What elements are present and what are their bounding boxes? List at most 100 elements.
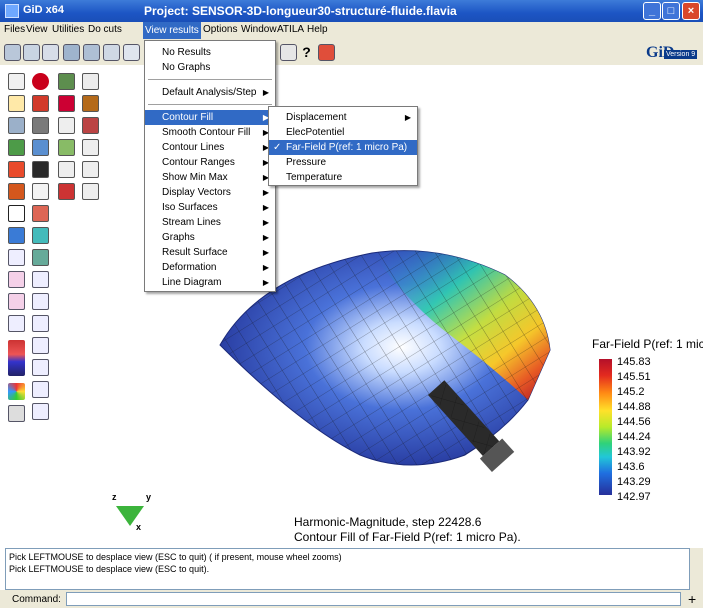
frame-icon[interactable] [8,205,25,222]
menu-item-display-vectors[interactable]: Display Vectors ▶ [145,185,275,200]
submenu-item-displacement[interactable]: Displacement ▶ [269,110,417,125]
menu-atila[interactable]: ATILA [275,24,306,35]
flag-icon[interactable] [8,227,25,244]
axes-xy-icon[interactable] [32,183,49,200]
menu-item-show-min-max[interactable]: Show Min Max ▶ [145,170,275,185]
edit-icon[interactable] [32,95,49,112]
menu-item-label: Default Analysis/Step [162,87,257,98]
legend-tick: 144.24 [617,431,651,443]
menu-item-stream-lines[interactable]: Stream Lines ▶ [145,215,275,230]
menu-view[interactable]: View [24,24,50,35]
graph-save-icon[interactable] [32,403,49,420]
render-icon[interactable] [123,44,140,61]
people-icon[interactable] [8,117,25,134]
submenu-item-temperature[interactable]: Temperature [269,170,417,185]
menu-view-results[interactable]: View results [143,22,201,39]
contour-legend-icon[interactable] [8,340,25,376]
menu-item-contour-fill[interactable]: Contour Fill ▶ [145,110,275,125]
graph-line-icon[interactable] [32,293,49,310]
menu-window[interactable]: Window [239,24,279,35]
section-icon[interactable] [58,139,75,156]
layer-icon[interactable] [58,73,75,90]
gid-app-icon [5,4,19,18]
menu-options[interactable]: Options [201,24,239,35]
menu-item-label: Deformation [162,262,217,273]
table-icon[interactable] [58,117,75,134]
legend-colorbar [599,359,612,495]
menu-item-iso-surfaces[interactable]: Iso Surfaces ▶ [145,200,275,215]
menu-help[interactable]: Help [305,24,330,35]
menu-item-graphs[interactable]: Graphs ▶ [145,230,275,245]
line-icon[interactable] [58,161,75,178]
wrench-icon[interactable] [32,117,49,134]
submenu-arrow-icon: ▶ [262,218,269,227]
group-icon[interactable] [58,95,75,112]
zoom-tool-icon[interactable] [8,73,25,90]
pan-icon[interactable] [83,44,100,61]
point-icon[interactable] [32,73,49,90]
graph-area-icon[interactable] [32,337,49,354]
menu-item-result-surface[interactable]: Result Surface ▶ [145,245,275,260]
menu-item-no-graphs[interactable]: No Graphs [145,60,275,75]
volume-icon[interactable] [82,95,99,112]
mesh-tool-icon[interactable] [8,183,25,200]
menu-do-cuts[interactable]: Do cuts [86,24,124,35]
stream-icon[interactable] [32,249,49,266]
menu-item-label: ElecPotentiel [286,127,345,138]
menu-utilities[interactable]: Utilities [50,24,86,35]
recycle-icon[interactable] [8,139,25,156]
submenu-item-pressure[interactable]: Pressure [269,155,417,170]
surface-icon[interactable] [32,161,49,178]
command-input[interactable] [66,592,681,606]
menu-item-default-analysis-step[interactable]: Default Analysis/Step ▶ [145,85,275,100]
menu-item-contour-ranges[interactable]: Contour Ranges ▶ [145,155,275,170]
globe-icon[interactable] [32,139,49,156]
minimize-button[interactable]: _ [643,2,661,20]
delete-icon[interactable] [58,183,75,200]
menu-item-deformation[interactable]: Deformation ▶ [145,260,275,275]
submenu-item-far-field[interactable]: ✓ Far-Field P(ref: 1 micro Pa) [269,140,417,155]
graph-export-icon[interactable] [32,381,49,398]
menu-item-line-diagram[interactable]: Line Diagram ▶ [145,275,275,290]
redraw-icon[interactable] [103,44,120,61]
angle-icon[interactable] [82,161,99,178]
magnifier-icon[interactable] [8,95,25,112]
plus-icon[interactable]: + [688,591,696,607]
menu-item-smooth-contour-fill[interactable]: Smooth Contour Fill ▶ [145,125,275,140]
list-icon[interactable] [82,73,99,90]
curve-icon[interactable] [82,117,99,134]
legend-tick: 144.56 [617,416,651,428]
exit-postprocess-icon[interactable] [318,44,335,61]
triangle-pink-icon[interactable] [8,271,25,288]
settings-icon[interactable] [8,405,25,422]
graph-icon[interactable] [32,271,49,288]
zoom-out-icon[interactable] [23,44,40,61]
legend-tick: 142.97 [617,491,651,503]
close-button[interactable]: × [682,2,700,20]
menu-item-contour-lines[interactable]: Contour Lines ▶ [145,140,275,155]
layers-icon[interactable] [280,44,297,61]
help-icon[interactable]: ? [298,44,315,61]
chart-icon[interactable] [8,293,25,310]
graph-bar-icon[interactable] [32,315,49,332]
legend-title: Far-Field P(ref: 1 micro [592,337,703,351]
cut-icon[interactable] [8,315,25,332]
zoom-frame-icon[interactable] [42,44,59,61]
triangle-icon[interactable] [8,249,25,266]
cross-icon[interactable] [82,183,99,200]
submenu-item-elecpotentiel[interactable]: ElecPotentiel [269,125,417,140]
submenu-arrow-icon: ▶ [262,248,269,257]
menu-item-no-results[interactable]: No Results [145,45,275,60]
zoom-in-icon[interactable] [4,44,21,61]
color-wheel-icon[interactable] [8,383,25,400]
output-log[interactable]: Pick LEFTMOUSE to desplace view (ESC to … [5,548,690,590]
maximize-button[interactable]: □ [662,2,680,20]
graph-xy-icon[interactable] [32,359,49,376]
output-scrollbar[interactable] [690,548,703,590]
corner-icon[interactable] [82,139,99,156]
gradient-icon[interactable] [32,205,49,222]
select-arrow-icon[interactable] [8,161,25,178]
vector-field-icon[interactable] [32,227,49,244]
rotate-icon[interactable] [63,44,80,61]
legend-tick: 143.6 [617,461,645,473]
